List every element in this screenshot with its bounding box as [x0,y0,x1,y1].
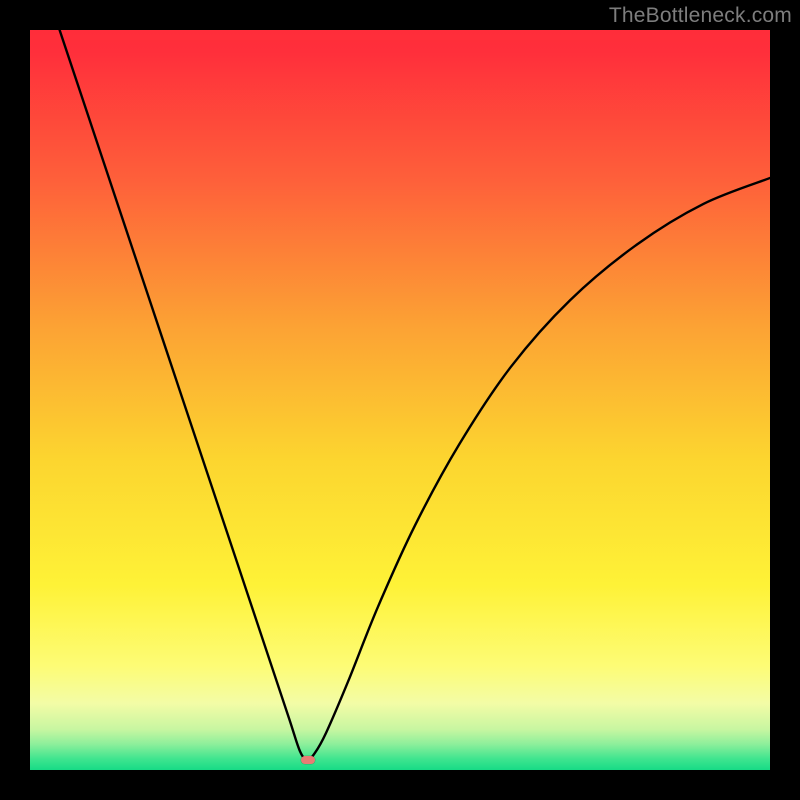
watermark-text: TheBottleneck.com [609,4,792,28]
curve-layer [30,30,770,770]
plot-area [30,30,770,770]
min-marker [301,756,315,764]
chart-frame: TheBottleneck.com [0,0,800,800]
bottleneck-curve [60,30,770,760]
